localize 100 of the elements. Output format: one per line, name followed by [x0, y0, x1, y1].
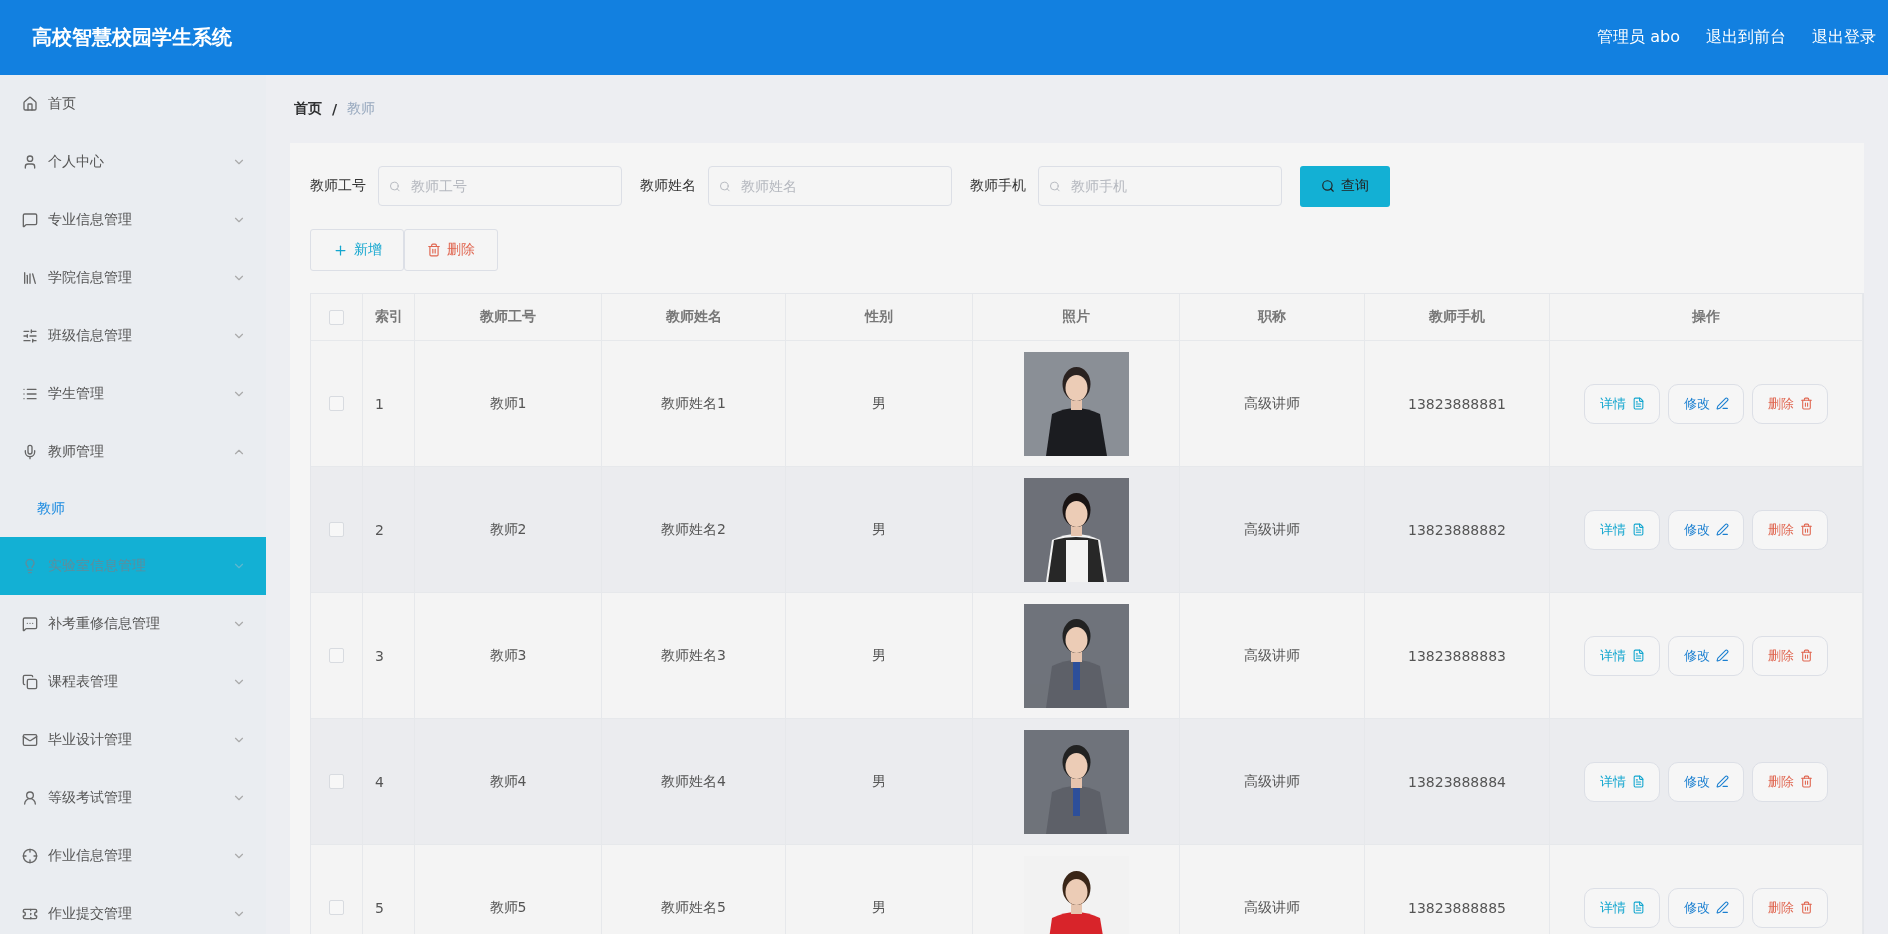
- table-cell: 4: [363, 719, 415, 845]
- delete-button[interactable]: 删除: [1752, 635, 1828, 676]
- document-icon: [1631, 523, 1645, 536]
- edit-button[interactable]: 修改: [1668, 383, 1744, 424]
- delete-button[interactable]: 删除: [1752, 509, 1828, 550]
- sidebar-item[interactable]: 作业信息管理: [0, 827, 266, 885]
- column-header: 教师手机: [1365, 294, 1550, 341]
- user-icon: [22, 154, 38, 170]
- table-cell: 男: [786, 719, 973, 845]
- edit-button[interactable]: 修改: [1668, 761, 1744, 802]
- header-link[interactable]: 退出登录: [1812, 27, 1876, 48]
- column-header: 操作: [1550, 294, 1863, 341]
- column-header: 职称: [1180, 294, 1365, 341]
- app-title: 高校智慧校园学生系统: [32, 24, 232, 51]
- ticket-icon: [22, 906, 38, 922]
- sidebar-item[interactable]: 课程表管理: [0, 653, 266, 711]
- delete-button[interactable]: 删除: [404, 229, 498, 271]
- sidebar-item[interactable]: 个人中心: [0, 133, 266, 191]
- menu-label: 作业信息管理: [48, 847, 133, 865]
- sidebar-item[interactable]: 补考重修信息管理: [0, 595, 266, 653]
- search-field[interactable]: 教师工号: [378, 166, 622, 206]
- table-cell: 2: [363, 467, 415, 593]
- detail-button[interactable]: 详情: [1584, 383, 1660, 424]
- search-field[interactable]: 教师手机: [1038, 166, 1282, 206]
- breadcrumb-item[interactable]: 首页: [294, 100, 322, 118]
- menu-label: 毕业设计管理: [48, 731, 133, 749]
- table-cell: 13823888881: [1365, 341, 1550, 467]
- detail-button[interactable]: 详情: [1584, 887, 1660, 928]
- detail-button[interactable]: 详情: [1584, 635, 1660, 676]
- list-icon: [22, 386, 38, 402]
- detail-button[interactable]: 详情: [1584, 509, 1660, 550]
- trash-icon: [1799, 397, 1813, 410]
- menu-label: 首页: [48, 95, 77, 113]
- table-cell: 高级讲师: [1180, 341, 1365, 467]
- search-input[interactable]: 教师工号: [408, 177, 611, 195]
- menu-label: 补考重修信息管理: [48, 615, 161, 633]
- checkbox[interactable]: [329, 774, 344, 789]
- column-header: 教师工号: [415, 294, 602, 341]
- search-icon: [1321, 179, 1335, 193]
- checkbox[interactable]: [329, 396, 344, 411]
- table-cell: 教师姓名2: [602, 467, 786, 593]
- column-header: 教师姓名: [602, 294, 786, 341]
- menu-label: 个人中心: [48, 153, 105, 171]
- field-label: 教师手机: [970, 177, 1026, 195]
- sidebar-item[interactable]: 教师管理: [0, 423, 266, 481]
- sidebar-item[interactable]: 作业提交管理: [0, 885, 266, 934]
- edit-button[interactable]: 修改: [1668, 509, 1744, 550]
- checkbox[interactable]: [329, 648, 344, 663]
- pencil-icon: [1715, 523, 1729, 536]
- delete-button[interactable]: 删除: [1752, 383, 1828, 424]
- checkbox[interactable]: [329, 900, 344, 915]
- table-cell: 13823888884: [1365, 719, 1550, 845]
- trash-icon: [1799, 775, 1813, 788]
- search-field[interactable]: 教师姓名: [708, 166, 952, 206]
- sidebar-item[interactable]: 专业信息管理: [0, 191, 266, 249]
- table-cell: 1: [363, 341, 415, 467]
- checkbox[interactable]: [329, 522, 344, 537]
- sidebar-item[interactable]: 班级信息管理: [0, 307, 266, 365]
- table-cell: 3: [363, 593, 415, 719]
- trash-icon: [1799, 523, 1813, 536]
- detail-button[interactable]: 详情: [1584, 761, 1660, 802]
- edit-button[interactable]: 修改: [1668, 887, 1744, 928]
- sidebar-item[interactable]: 学生管理: [0, 365, 266, 423]
- lightbulb-icon: [22, 558, 38, 574]
- pencil-icon: [1715, 649, 1729, 662]
- table-cell: 高级讲师: [1180, 719, 1365, 845]
- plus-icon: [332, 242, 348, 258]
- table-cell: 高级讲师: [1180, 593, 1365, 719]
- user-icon: [22, 790, 38, 806]
- document-icon: [1631, 397, 1645, 410]
- crosshair-icon: [22, 848, 38, 864]
- menu-label: 课程表管理: [48, 673, 119, 691]
- header-link[interactable]: 退出到前台: [1706, 27, 1786, 48]
- checkbox[interactable]: [329, 309, 344, 325]
- search-input[interactable]: 教师姓名: [738, 177, 941, 195]
- menu-label: 学院信息管理: [48, 269, 133, 287]
- pencil-icon: [1715, 397, 1729, 410]
- search-icon: [389, 179, 401, 193]
- query-button[interactable]: 查询: [1300, 165, 1390, 207]
- breadcrumb-item: 教师: [347, 100, 376, 118]
- document-icon: [1631, 775, 1645, 788]
- menu-label: 教师管理: [48, 443, 105, 461]
- table-cell: 男: [786, 341, 973, 467]
- menu-label: 作业提交管理: [48, 905, 133, 923]
- sidebar-item[interactable]: 首页: [0, 75, 266, 133]
- delete-button[interactable]: 删除: [1752, 887, 1828, 928]
- sidebar-item[interactable]: 学院信息管理: [0, 249, 266, 307]
- edit-button[interactable]: 修改: [1668, 635, 1744, 676]
- chat-icon: [22, 616, 38, 632]
- menu-label: 等级考试管理: [48, 789, 133, 807]
- add-button[interactable]: 新增: [310, 229, 404, 271]
- table-cell: 教师1: [415, 341, 602, 467]
- table-cell: 教师4: [415, 719, 602, 845]
- column-header: 索引: [363, 294, 415, 341]
- search-input[interactable]: 教师手机: [1068, 177, 1271, 195]
- field-label: 教师工号: [310, 177, 366, 195]
- sidebar-item[interactable]: 毕业设计管理: [0, 711, 266, 769]
- submenu-item[interactable]: 教师: [0, 481, 266, 537]
- sidebar-item[interactable]: 等级考试管理: [0, 769, 266, 827]
- delete-button[interactable]: 删除: [1752, 761, 1828, 802]
